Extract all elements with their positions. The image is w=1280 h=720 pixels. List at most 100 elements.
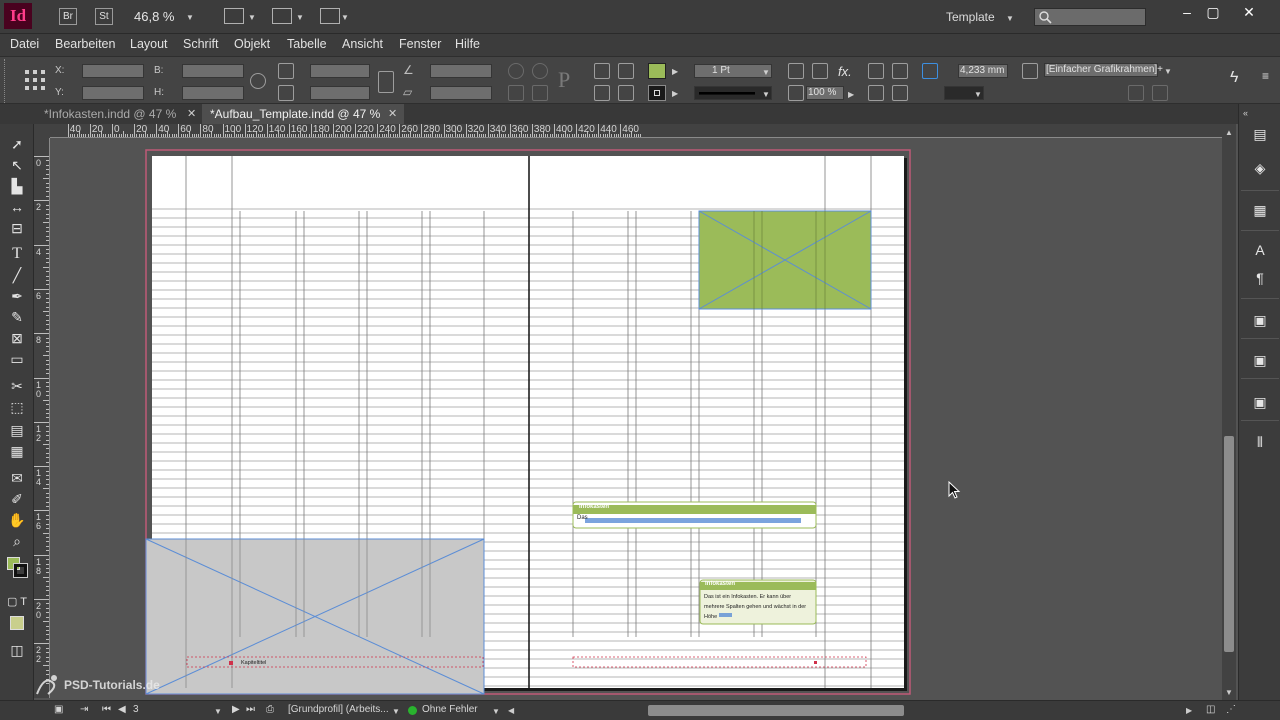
fill-stroke-swatch-icon[interactable] bbox=[7, 557, 29, 579]
object-style-caret-icon[interactable]: ▼ bbox=[1164, 67, 1172, 76]
page-number-caret-icon[interactable]: ▼ bbox=[214, 707, 222, 716]
text-wrap-none-icon[interactable] bbox=[868, 63, 884, 79]
view-options-icon[interactable] bbox=[224, 8, 244, 24]
apply-color-icon[interactable] bbox=[10, 616, 24, 630]
text-wrap-jump-icon[interactable] bbox=[892, 85, 908, 101]
last-page-icon[interactable]: ⏭ bbox=[246, 704, 255, 715]
workspace-switcher[interactable]: Template bbox=[946, 10, 995, 24]
rectangle-tool-icon[interactable]: ▭ bbox=[5, 349, 29, 369]
stroke-weight-caret-icon[interactable]: ▼ bbox=[762, 68, 770, 77]
constrain-proportions-icon[interactable] bbox=[250, 73, 266, 89]
scroll-up-icon[interactable]: ▲ bbox=[1225, 128, 1233, 137]
type-tool-icon[interactable]: T bbox=[5, 244, 29, 264]
width-field[interactable] bbox=[182, 64, 244, 78]
scroll-left-icon[interactable]: ◀ bbox=[508, 706, 514, 715]
scale-y-field[interactable] bbox=[310, 86, 370, 100]
horizontal-scroll-thumb[interactable] bbox=[648, 705, 904, 716]
screen-mode-icon[interactable] bbox=[272, 8, 292, 24]
flip-horizontal-icon[interactable] bbox=[508, 85, 524, 101]
menu-ansicht[interactable]: Ansicht bbox=[342, 37, 383, 51]
previous-page-icon[interactable]: ◀ bbox=[118, 704, 126, 715]
eyedropper-tool-icon[interactable]: ✐ bbox=[5, 489, 29, 509]
cell-styles-panel-icon[interactable]: ▣ bbox=[1249, 350, 1271, 370]
horizontal-ruler[interactable]: 40 20 0 20 40 60 80 100 120 140 160 180 200 220 240 260… bbox=[50, 124, 1222, 138]
fitting-frame-icon[interactable] bbox=[922, 63, 938, 79]
zoom-tool-icon[interactable]: ⌕ bbox=[5, 531, 29, 551]
view-options-caret-icon[interactable]: ▼ bbox=[248, 13, 256, 22]
search-input[interactable] bbox=[1034, 8, 1146, 26]
menu-objekt[interactable]: Objekt bbox=[234, 37, 270, 51]
panel-grip[interactable] bbox=[4, 59, 7, 103]
open-page-icon[interactable]: ⎙ bbox=[266, 704, 274, 715]
links-panel-icon[interactable]: ▦ bbox=[1249, 200, 1271, 220]
pencil-tool-icon[interactable]: ✎ bbox=[5, 307, 29, 327]
screen-mode-caret-icon[interactable]: ▼ bbox=[296, 13, 304, 22]
menu-layout[interactable]: Layout bbox=[130, 37, 168, 51]
menu-bearbeiten[interactable]: Bearbeiten bbox=[55, 37, 115, 51]
shear-field[interactable] bbox=[430, 86, 492, 100]
tab-aufbau-template-close-icon[interactable]: ✕ bbox=[388, 104, 397, 124]
fill-swatch[interactable] bbox=[648, 63, 666, 79]
bridge-button[interactable]: Br bbox=[59, 8, 77, 25]
vertical-scroll-thumb[interactable] bbox=[1224, 436, 1234, 652]
select-next-icon[interactable] bbox=[618, 85, 634, 101]
x-field[interactable] bbox=[82, 64, 144, 78]
stroke-swatch[interactable] bbox=[648, 85, 666, 101]
select-previous-icon[interactable] bbox=[618, 63, 634, 79]
preflight-profile[interactable]: [Grundprofil] (Arbeits... bbox=[288, 704, 389, 715]
scroll-down-icon[interactable]: ▼ bbox=[1225, 688, 1233, 697]
tab-infokasten-close-icon[interactable]: ✕ bbox=[187, 104, 196, 124]
gradient-feather-tool-icon[interactable]: ▦ bbox=[5, 441, 29, 461]
preflight-status[interactable]: Ohne Fehler bbox=[422, 704, 478, 715]
first-page-icon[interactable]: ⏮ bbox=[102, 704, 111, 715]
ruler-origin[interactable] bbox=[34, 124, 50, 138]
document-canvas[interactable]: Infokasten Das Infokasten Das ist ein In… bbox=[50, 139, 1222, 698]
text-wrap-shape-icon[interactable] bbox=[868, 85, 884, 101]
scale-x-field[interactable] bbox=[310, 64, 370, 78]
hand-tool-icon[interactable]: ✋ bbox=[5, 510, 29, 530]
layers-panel-icon[interactable]: ◈ bbox=[1249, 158, 1271, 178]
close-button[interactable]: ✕ bbox=[1234, 2, 1264, 22]
pen-tool-icon[interactable]: ✒ bbox=[5, 286, 29, 306]
dock-collapse-icon[interactable]: « bbox=[1243, 108, 1248, 118]
zoom-level[interactable]: 46,8 % bbox=[134, 9, 174, 24]
y-field[interactable] bbox=[82, 86, 144, 100]
scale-x-icon[interactable] bbox=[278, 63, 294, 79]
rotate-cw-icon[interactable] bbox=[508, 63, 524, 79]
stock-button[interactable]: St bbox=[95, 8, 113, 25]
split-view-icon[interactable]: ◫ bbox=[1206, 704, 1215, 715]
paragraph-styles-panel-icon[interactable]: ¶ bbox=[1249, 268, 1271, 288]
selection-tool-icon[interactable]: ➚ bbox=[5, 134, 29, 154]
effects-fx-icon[interactable]: fx. bbox=[838, 64, 852, 79]
drop-shadow-icon[interactable] bbox=[788, 63, 804, 79]
scroll-right-icon[interactable]: ▶ bbox=[1186, 706, 1192, 715]
fill-caret-icon[interactable]: ▶ bbox=[672, 67, 678, 76]
menu-fenster[interactable]: Fenster bbox=[399, 37, 441, 51]
direct-selection-tool-icon[interactable]: ↖ bbox=[5, 155, 29, 175]
tab-aufbau-template[interactable]: *Aufbau_Template.indd @ 47 % bbox=[202, 104, 404, 124]
stroke-type-caret-icon[interactable]: ▼ bbox=[762, 90, 770, 99]
library-panel-icon[interactable]: ⫴ bbox=[1249, 432, 1271, 452]
profile-caret-icon[interactable]: ▼ bbox=[392, 707, 400, 716]
rotate-ccw-icon[interactable] bbox=[532, 63, 548, 79]
zoom-dropdown-icon[interactable]: ▼ bbox=[186, 13, 194, 22]
vertical-ruler[interactable]: 0 2 4 6 8 1 0 1 2 1 4 1 6 1 8 2 0 2 2 bbox=[34, 138, 50, 698]
reference-point-icon[interactable] bbox=[24, 69, 46, 91]
select-content-icon[interactable] bbox=[594, 85, 610, 101]
link-proportions-icon[interactable] bbox=[378, 71, 394, 93]
rotate-field[interactable] bbox=[430, 64, 492, 78]
object-styles-panel-icon[interactable]: ▣ bbox=[1249, 310, 1271, 330]
page-number-field[interactable]: 3 bbox=[133, 704, 139, 715]
free-transform-tool-icon[interactable]: ⬚ bbox=[5, 397, 29, 417]
vertical-scrollbar[interactable]: ▲ ▼ bbox=[1222, 124, 1236, 700]
arrange-caret-icon[interactable]: ▼ bbox=[341, 13, 349, 22]
stroke-type-field[interactable] bbox=[694, 86, 772, 100]
workspace-caret-icon[interactable]: ▼ bbox=[1006, 14, 1014, 23]
panel-menu-icon[interactable]: ≡ bbox=[1262, 69, 1269, 83]
open-in-bridge-icon[interactable]: ⇥ bbox=[80, 704, 88, 715]
preflight-caret-icon[interactable]: ▼ bbox=[492, 707, 500, 716]
menu-tabelle[interactable]: Tabelle bbox=[287, 37, 327, 51]
gap-tool-icon[interactable]: ↔ bbox=[5, 197, 29, 217]
stroke-caret-icon[interactable]: ▶ bbox=[672, 89, 678, 98]
corner-options-icon[interactable] bbox=[812, 63, 828, 79]
